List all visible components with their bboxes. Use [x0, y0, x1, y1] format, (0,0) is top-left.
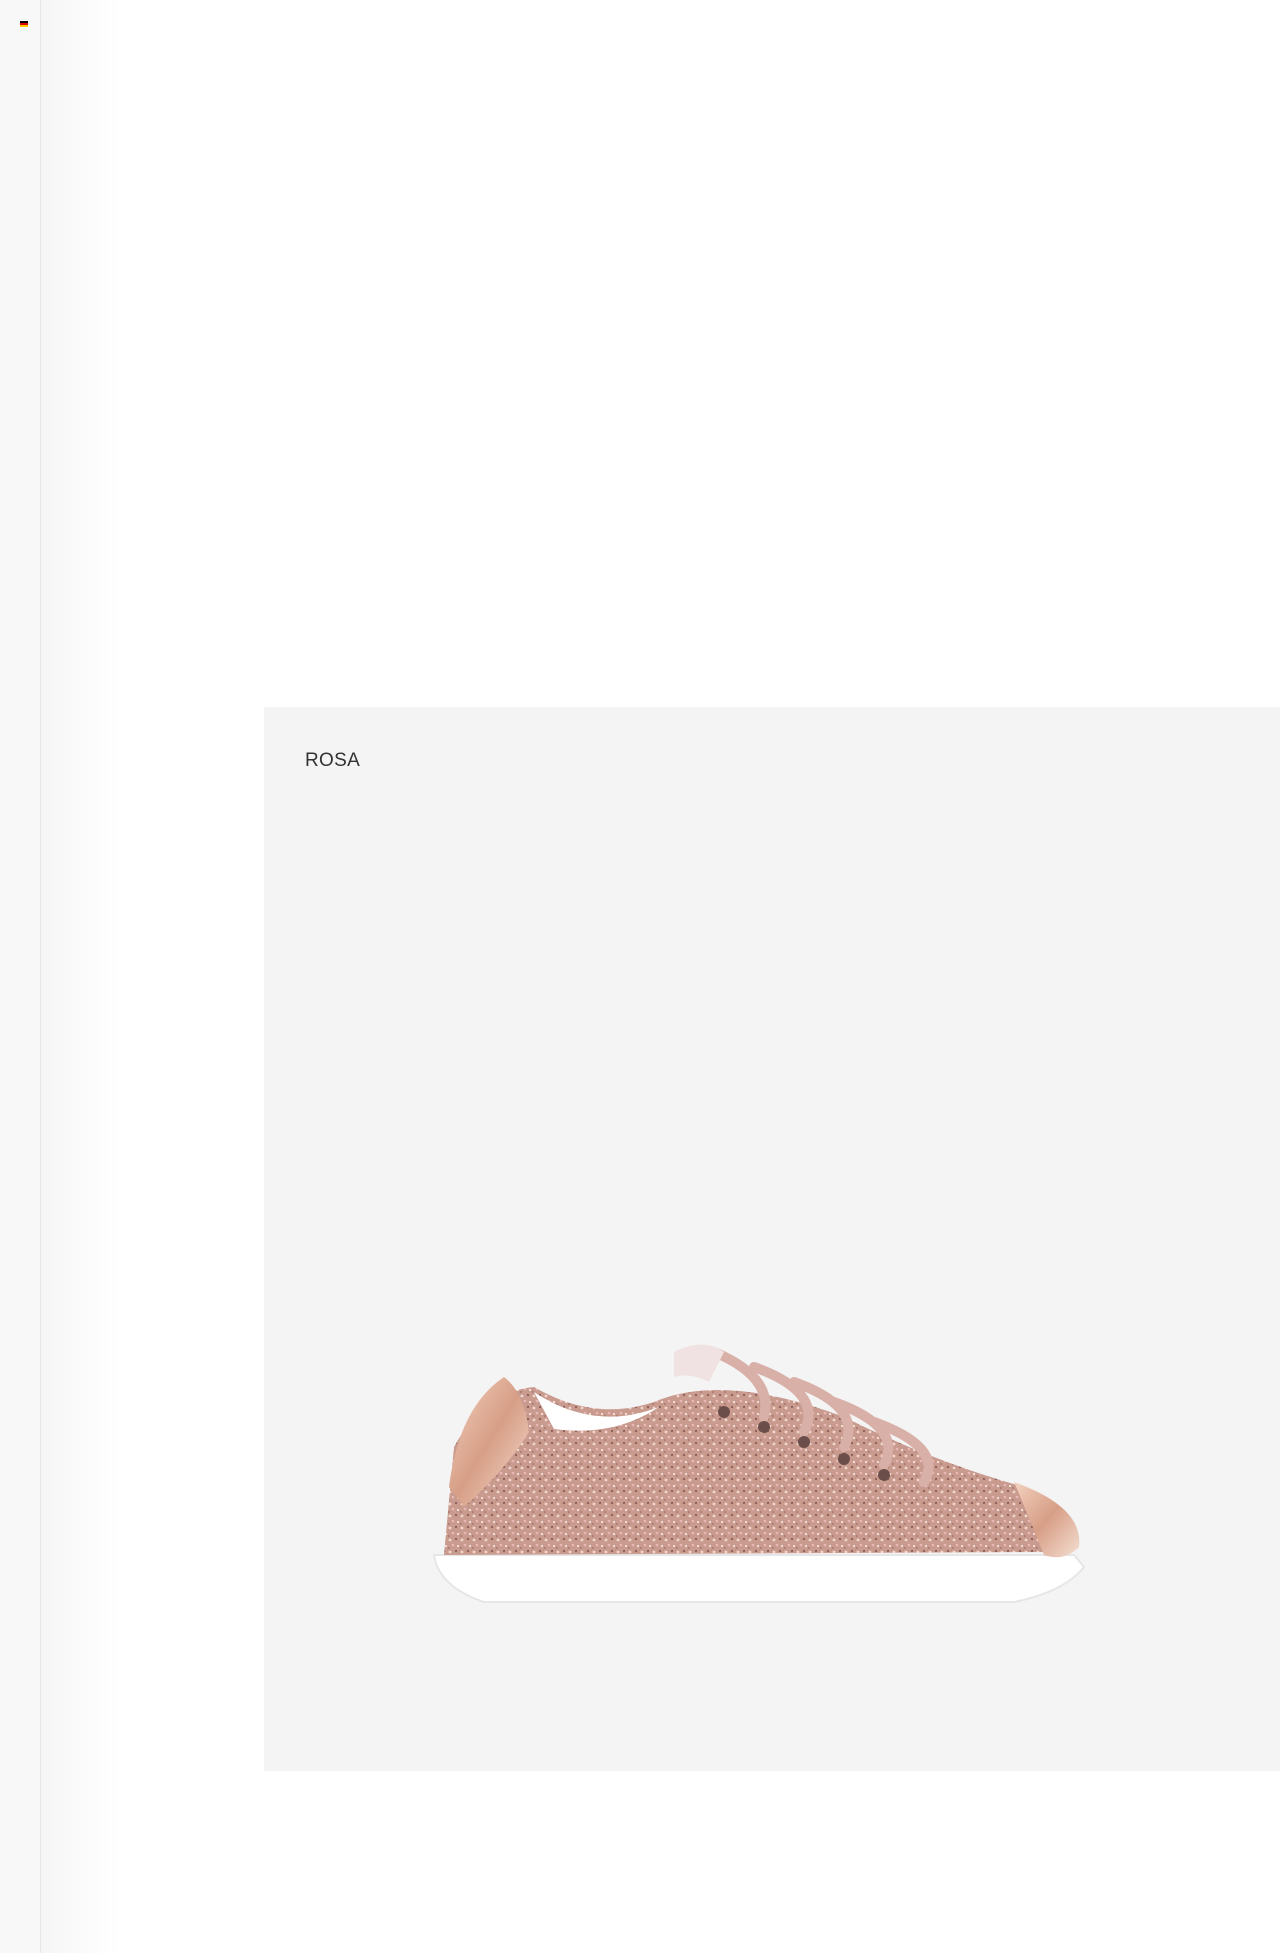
sidebar [0, 0, 41, 1953]
color-label: ROSA [305, 750, 361, 771]
product-color-card[interactable]: ROSA [264, 707, 1280, 1771]
sneaker-image[interactable] [424, 1297, 1104, 1657]
page: ROSA [0, 0, 1280, 1953]
sidebar-shadow [41, 0, 121, 1953]
language-flag-icon[interactable] [20, 21, 28, 27]
